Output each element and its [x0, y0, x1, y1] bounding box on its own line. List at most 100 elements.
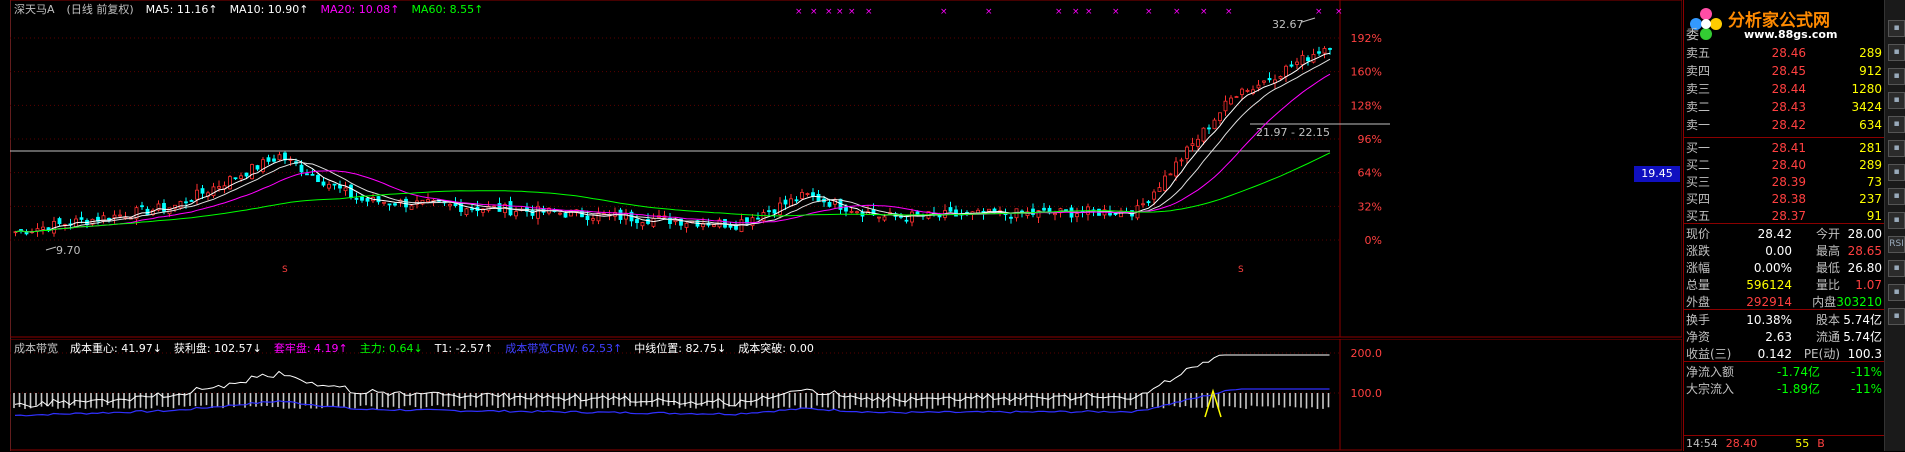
candle-body: [783, 199, 788, 205]
toolbar-tool-button[interactable]: ▪: [1888, 212, 1905, 229]
indicator-legend: 成本带宽 成本重心: 41.97↓ 获利盘: 102.57↓ 套牢盘: 4.19↑ 主力…: [14, 340, 814, 356]
toolbar-tool-button[interactable]: ▪: [1888, 116, 1905, 133]
candle-body: [937, 215, 942, 218]
candle-body: [1311, 54, 1316, 63]
sub-legend-item: 主力: 0.64↓: [359, 342, 423, 355]
candle-body: [855, 211, 859, 214]
signal-marker: ×: [1112, 7, 1120, 17]
candle-body: [1009, 216, 1013, 219]
toolbar-tool-button[interactable]: ▪: [1888, 308, 1905, 325]
sub-legend-item: 中线位置: 82.75↓: [634, 342, 727, 355]
candle-body: [1229, 97, 1233, 105]
stat-value: 28.00: [1847, 227, 1882, 241]
candle-body: [409, 205, 414, 210]
candle-body: [41, 226, 45, 230]
candle-body: [1317, 51, 1321, 54]
toolbar-tool-button[interactable]: ▪: [1888, 68, 1905, 85]
candle-body: [1053, 213, 1057, 216]
candle-body: [79, 217, 84, 220]
y-tick-label: 200.0: [1351, 347, 1383, 360]
candle-body: [189, 200, 194, 202]
stat-value: 596124: [1746, 278, 1792, 292]
candle-body: [811, 192, 815, 197]
candle-body: [816, 193, 821, 202]
row-volume: 1280: [1851, 82, 1882, 96]
toolbar-tool-button[interactable]: ▪: [1888, 44, 1905, 61]
row-label: 买四: [1686, 192, 1711, 206]
toolbar-tool-button[interactable]: ▪: [1888, 20, 1905, 37]
candle-body: [1152, 191, 1156, 200]
candle-body: [1284, 65, 1288, 77]
stat-row: 涨跌 0.00 最高 28.65: [1686, 243, 1882, 260]
candle-body: [1190, 143, 1195, 146]
candle-body: [1141, 203, 1145, 206]
y-tick-label: 0%: [1365, 234, 1382, 247]
main-legend-item: MA20: 10.08↑: [320, 2, 400, 16]
ask-row[interactable]: 卖一 28.42 634: [1686, 117, 1882, 134]
toolbar-tool-button[interactable]: ▪: [1888, 92, 1905, 109]
toolbar-rsi-button[interactable]: RSI: [1888, 236, 1905, 253]
candle-body: [805, 193, 810, 195]
toolbar-tool-button[interactable]: ▪: [1888, 164, 1905, 181]
stat-value: 5.74亿: [1843, 330, 1882, 344]
ask-row[interactable]: 卖三 28.44 1280: [1686, 81, 1882, 98]
candle-body: [910, 211, 914, 223]
stat-value: 28.42: [1757, 227, 1792, 241]
stat-row: 总量 596124 量比 1.07: [1686, 277, 1882, 294]
candle-body: [1300, 54, 1305, 65]
ask-row[interactable]: 卖五 28.46 289: [1686, 45, 1882, 62]
stat-value: 5.74亿: [1843, 313, 1882, 327]
candle-body: [195, 189, 199, 200]
candle-body: [712, 224, 716, 227]
toolbar-tool-button[interactable]: ▪: [1888, 284, 1905, 301]
sub-legend-item: 成本带宽: [14, 342, 58, 355]
ask-row[interactable]: 卖二 28.43 3424: [1686, 99, 1882, 116]
signal-marker: ×: [795, 7, 803, 17]
candle-body: [393, 203, 397, 206]
bid-row[interactable]: 买一 28.41 281: [1686, 140, 1882, 157]
toolbar-tool-button[interactable]: ▪: [1888, 188, 1905, 205]
stat-value: 26.80: [1847, 261, 1882, 275]
row-label: 卖三: [1686, 82, 1711, 96]
stat-label: 涨幅: [1686, 261, 1711, 275]
stat-value: 0.00: [1765, 244, 1792, 258]
candle-body: [1223, 100, 1228, 112]
bid-row[interactable]: 买二 28.40 289: [1686, 157, 1882, 174]
y-tick-label: 160%: [1351, 66, 1382, 79]
candle-body: [585, 215, 590, 221]
toolbar-tool-button[interactable]: ▪: [1888, 260, 1905, 277]
row-volume: 281: [1859, 141, 1882, 155]
row-price: 28.43: [1771, 100, 1806, 114]
candle-body: [184, 201, 188, 204]
y-tick-label: 64%: [1358, 167, 1382, 180]
ask-row[interactable]: 卖四 28.45 912: [1686, 63, 1882, 80]
main-legend-item: (日线 前复权): [66, 3, 134, 16]
stat-label: 今开: [1815, 227, 1840, 241]
candle-body: [1201, 127, 1206, 142]
candle-body: [233, 177, 238, 180]
row-volume: 73: [1866, 175, 1882, 189]
high-annotation: 32.67: [1272, 18, 1304, 31]
candle-body: [827, 202, 832, 207]
y-tick-label: 96%: [1358, 133, 1382, 146]
row-label: 卖五: [1686, 46, 1711, 60]
right-toolbar: ▪ ▪ ▪ ▪ ▪ ▪ ▪ ▪ ▪ RSI ▪ ▪ ▪: [1884, 0, 1905, 451]
candle-body: [684, 222, 689, 228]
toolbar-tool-button[interactable]: ▪: [1888, 140, 1905, 157]
flow-pct: -11%: [1850, 382, 1882, 396]
bid-row[interactable]: 买三 28.39 73: [1686, 174, 1882, 191]
candle-body: [1168, 173, 1173, 176]
stat-label: 流通: [1815, 330, 1840, 344]
signal-marker: ×: [865, 7, 873, 17]
candlestick-chart[interactable]: 192% 160% 128% 96% 64% 32% 0% 32.67 21.97 - 22.1…: [10, 0, 1682, 338]
s-marker: S: [1238, 265, 1244, 275]
candle-body: [844, 206, 848, 212]
y-tick-label: 32%: [1358, 200, 1382, 213]
candle-body: [321, 181, 326, 186]
row-label: 买二: [1686, 158, 1711, 172]
stat-row: 现价 28.42 今开 28.00: [1686, 226, 1882, 243]
stat-label: 涨跌: [1686, 244, 1711, 258]
signal-marker: ×: [1145, 7, 1153, 17]
bid-row[interactable]: 买四 28.38 237: [1686, 191, 1882, 208]
row-label: 买一: [1686, 141, 1711, 155]
